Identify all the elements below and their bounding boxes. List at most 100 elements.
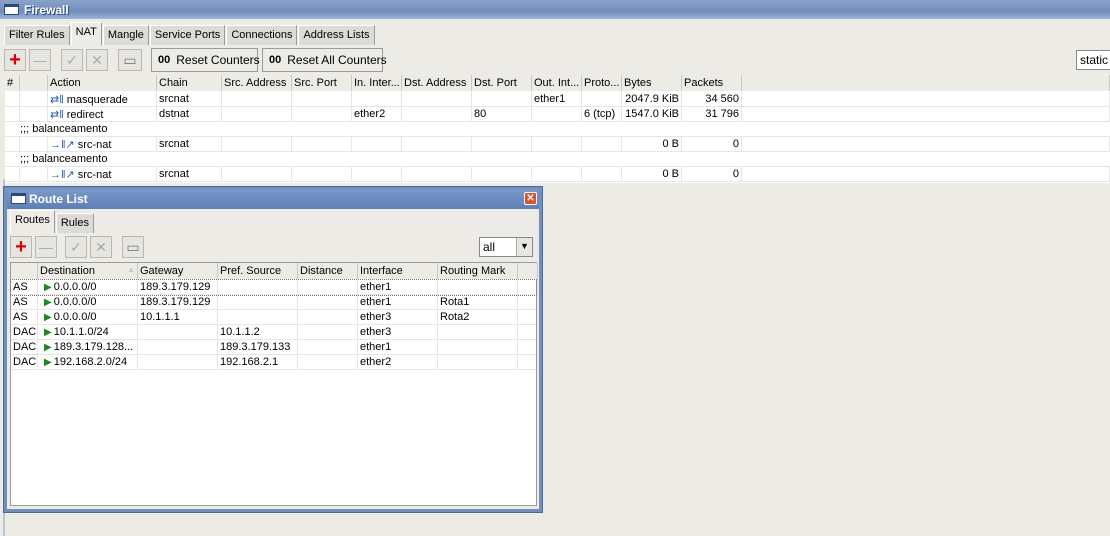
close-icon[interactable]: ✕: [524, 192, 537, 205]
tab-rules[interactable]: Rules: [55, 213, 94, 233]
column-header[interactable]: Dst. Port: [472, 75, 532, 91]
table-cell: [298, 280, 358, 295]
table-cell: dstnat: [157, 107, 222, 122]
column-header[interactable]: [742, 75, 1110, 91]
column-header[interactable]: Gateway: [138, 263, 218, 279]
column-header[interactable]: #: [5, 75, 20, 91]
route-row[interactable]: AS ▶ 0.0.0.0/0 189.3.179.129 ether1: [10, 279, 538, 296]
table-cell: AS: [11, 310, 38, 325]
action-label: masquerade: [66, 94, 128, 106]
column-header[interactable]: [518, 263, 538, 279]
comment-route-button[interactable]: ▭: [122, 236, 144, 258]
column-header[interactable]: Interface: [358, 263, 438, 279]
tab-connections[interactable]: Connections: [226, 25, 298, 45]
table-cell: DAC: [13, 325, 38, 340]
table-header[interactable]: Destination ▵ Gateway Pref. Source Distance I…: [11, 263, 538, 279]
reset-counters-button[interactable]: 00 Reset Counters: [151, 48, 260, 72]
table-row[interactable]: →‖↗ src-nat srcnat 0 B0: [5, 137, 1110, 152]
column-header[interactable]: Packets: [682, 75, 742, 91]
column-header[interactable]: Out. Int...: [532, 75, 582, 91]
table-cell: [472, 167, 532, 182]
comment-row[interactable]: ;;; balanceamento: [5, 152, 1110, 167]
table-cell: 189.3.179.133: [218, 340, 298, 355]
tab-routes[interactable]: Routes: [10, 210, 55, 233]
nat-arrows-icon: ⇄‖: [50, 109, 64, 121]
table-cell: [20, 107, 48, 122]
column-header[interactable]: Distance: [298, 263, 358, 279]
table-cell: [218, 310, 298, 325]
reset-all-counters-button[interactable]: 00 Reset All Counters: [262, 48, 387, 72]
table-cell: [438, 280, 518, 295]
route-filter-select[interactable]: all ▼: [479, 237, 533, 257]
enable-button[interactable]: ✓: [61, 49, 83, 71]
disable-button[interactable]: ✕: [86, 49, 108, 71]
table-cell: ether3: [358, 325, 438, 340]
table-cell: [298, 325, 358, 340]
column-header[interactable]: Dst. Address: [402, 75, 472, 91]
tab-address-lists[interactable]: Address Lists: [298, 25, 375, 45]
column-header[interactable]: Routing Mark: [438, 263, 518, 279]
chevron-down-icon[interactable]: ▼: [516, 238, 532, 256]
route-flag-icon: ▶: [44, 327, 52, 338]
table-header[interactable]: # Action Chain Src. Address Src. Port In. Int…: [5, 75, 1110, 91]
column-header[interactable]: Pref. Source: [218, 263, 298, 279]
table-cell: [5, 92, 20, 107]
tab-filter-rules[interactable]: Filter Rules: [4, 25, 70, 45]
table-cell: [352, 167, 402, 182]
table-cell: [352, 137, 402, 152]
table-cell: [20, 137, 48, 152]
tab-mangle[interactable]: Mangle: [102, 25, 149, 45]
route-row[interactable]: DAC ▶ 192.168.2.0/24 192.168.2.1 ether2: [11, 355, 538, 370]
column-header[interactable]: Src. Address: [222, 75, 292, 91]
note-icon: ▭: [126, 238, 140, 255]
route-row[interactable]: DAC ▶ 189.3.179.128... 189.3.179.133 ether1: [11, 340, 538, 355]
remove-route-button[interactable]: —: [35, 236, 57, 258]
column-header[interactable]: Src. Port: [292, 75, 352, 91]
table-row[interactable]: ⇄‖ redirect dstnat ether2 80 6 (tcp) 1547.0 Ki…: [5, 107, 1110, 122]
filter-select[interactable]: static: [1076, 50, 1110, 70]
route-list-window: Route List ✕ Routes Rules + — ✓ ✕ ▭ all ▼ D…: [3, 186, 543, 513]
table-cell: srcnat: [157, 167, 222, 182]
table-cell: 10.1.1.2: [218, 325, 298, 340]
column-header[interactable]: Chain: [157, 75, 222, 91]
route-row[interactable]: AS ▶ 0.0.0.0/0 189.3.179.129 ether1 Rota1: [11, 295, 538, 310]
column-header[interactable]: [11, 263, 38, 279]
column-header[interactable]: Destination ▵: [38, 263, 138, 279]
route-row[interactable]: AS ▶ 0.0.0.0/0 10.1.1.1 ether3 Rota2: [11, 310, 538, 325]
table-cell: [742, 137, 1110, 152]
add-button[interactable]: +: [4, 49, 26, 71]
remove-button[interactable]: —: [29, 49, 51, 71]
comment-button[interactable]: ▭: [118, 49, 142, 71]
enable-route-button[interactable]: ✓: [65, 236, 87, 258]
destination-value: 0.0.0.0/0: [53, 296, 97, 308]
nat-table: # Action Chain Src. Address Src. Port In. Int…: [5, 75, 1110, 183]
disable-route-button[interactable]: ✕: [90, 236, 112, 258]
sort-asc-icon[interactable]: ▵: [129, 265, 133, 274]
route-filter-value: all: [483, 240, 496, 254]
column-header[interactable]: Proto...: [582, 75, 622, 91]
column-header[interactable]: Action: [48, 75, 157, 91]
table-row[interactable]: ⇄‖ masquerade srcnat ether1 2047.9 KiB 34 560: [5, 92, 1110, 107]
route-table: Destination ▵ Gateway Pref. Source Distance I…: [10, 262, 538, 506]
route-flag-icon: ▶: [44, 312, 52, 323]
check-icon: ✓: [70, 238, 82, 255]
table-cell: Rota1: [438, 295, 518, 310]
comment-row[interactable]: ;;; balanceamento: [5, 122, 1110, 137]
route-list-titlebar[interactable]: Route List ✕: [7, 189, 539, 209]
table-cell: [218, 295, 298, 310]
tab-nat[interactable]: NAT: [70, 22, 102, 45]
column-header[interactable]: [20, 75, 48, 91]
table-row[interactable]: →‖↗ src-nat srcnat 0 B0: [5, 167, 1110, 182]
table-cell: [742, 167, 1110, 182]
column-header[interactable]: In. Inter...: [352, 75, 402, 91]
column-header[interactable]: Bytes: [622, 75, 682, 91]
tab-service-ports[interactable]: Service Ports: [149, 25, 226, 45]
table-cell: [438, 355, 518, 370]
counter-icon: 00: [269, 54, 282, 66]
table-cell: [138, 325, 218, 340]
table-cell: →‖↗ src-nat: [48, 137, 157, 152]
add-route-button[interactable]: +: [10, 236, 32, 258]
table-cell: [532, 167, 582, 182]
table-cell: ▶ 0.0.0.0/0: [38, 295, 138, 310]
route-row[interactable]: DAC ▶ 10.1.1.0/24 10.1.1.2 ether3: [11, 325, 538, 340]
